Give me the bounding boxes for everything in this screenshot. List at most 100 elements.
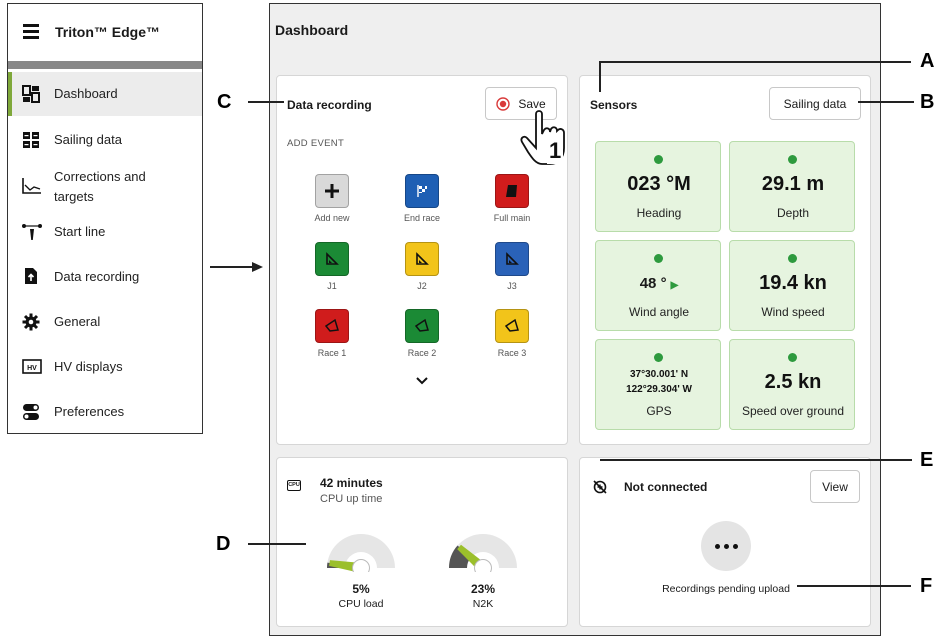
- event-race-2[interactable]: Race 2: [382, 309, 462, 369]
- event-j2[interactable]: J2: [382, 242, 462, 302]
- jib-sail-icon: [405, 242, 439, 276]
- sensor-label: Heading: [636, 206, 682, 220]
- sidebar-item-sailing-data[interactable]: Sailing data: [8, 118, 202, 162]
- sensor-label: Wind speed: [761, 305, 825, 319]
- corrections-chart-icon: [22, 178, 41, 194]
- sidebar-item-label: Sailing data: [54, 132, 122, 147]
- upload-card: Not connected View Recordings pending up…: [579, 457, 871, 627]
- svg-text:HV: HV: [27, 365, 37, 372]
- sensor-sog: 2.5 kn Speed over ground: [729, 339, 855, 430]
- sidebar-item-label: Start line: [54, 224, 106, 239]
- sidebar-item-general[interactable]: General: [8, 300, 202, 344]
- gear-icon: [22, 313, 40, 331]
- event-add-new[interactable]: Add new: [292, 174, 372, 234]
- annotation-e: E: [920, 449, 934, 471]
- event-label: J2: [417, 281, 427, 291]
- sidebar-item-label: HV displays: [54, 359, 123, 374]
- sensor-value: 29.1 m: [761, 173, 825, 195]
- annotation-line-d: [248, 543, 306, 545]
- sidebar-item-label: General: [54, 314, 101, 329]
- pointer-arrow: [210, 262, 263, 272]
- sensor-wind-angle: 48 ° ▶ Wind angle: [595, 240, 721, 331]
- n2k-label: N2K: [472, 598, 494, 610]
- sidebar: Triton™ Edge™ Dashboard Sailing data Cor…: [7, 3, 203, 434]
- cpu-load-value: 5%: [352, 582, 370, 596]
- sensor-heading: 023 °M Heading: [595, 141, 721, 232]
- wind-angle-row: 48 ° ▶: [596, 275, 722, 292]
- hv-display-icon: HV: [22, 359, 42, 374]
- status-dot: [788, 353, 797, 362]
- event-race-3[interactable]: Race 3: [472, 309, 552, 369]
- add-event-heading: ADD EVENT: [287, 138, 345, 149]
- hamburger-menu-icon[interactable]: [23, 24, 39, 39]
- sensor-label: GPS: [646, 404, 672, 418]
- sidebar-item-label: Preferences: [54, 404, 125, 419]
- cpu-load-label: CPU load: [338, 598, 384, 610]
- more-options-icon[interactable]: [701, 521, 751, 571]
- n2k-gauge: [449, 534, 517, 572]
- annotation-f: F: [920, 575, 933, 597]
- cpu-load-gauge: [327, 534, 395, 572]
- sidebar-item-hv-displays[interactable]: HV HV displays: [8, 345, 202, 389]
- annotation-b: B: [920, 91, 935, 113]
- sidebar-item-dashboard[interactable]: Dashboard: [8, 72, 202, 116]
- sensor-label: Speed over ground: [741, 404, 845, 418]
- sidebar-item-corrections[interactable]: Corrections and targets: [8, 164, 202, 210]
- toggle-preferences-icon: [23, 404, 39, 420]
- event-label: Race 2: [407, 348, 437, 358]
- race-course-icon: [315, 309, 349, 343]
- sensor-value: 023 °M: [627, 173, 691, 195]
- annotation-line-e: [600, 459, 912, 461]
- record-icon: [496, 96, 511, 111]
- sensor-gps: 37°30.001' N 122°29.304' W GPS: [595, 339, 721, 430]
- dashboard-panel: Dashboard Data recording Save ADD EVENT …: [269, 3, 881, 636]
- status-dot: [654, 353, 663, 362]
- event-label: Race 1: [317, 348, 347, 358]
- event-label: Add new: [314, 213, 350, 223]
- jib-sail-icon: [495, 242, 529, 276]
- sensors-title: Sensors: [590, 98, 638, 112]
- file-upload-icon: [25, 268, 37, 284]
- status-dot: [788, 254, 797, 263]
- race-course-icon: [495, 309, 529, 343]
- app-title: Triton™ Edge™: [55, 24, 160, 40]
- gps-latitude: 37°30.001' N: [629, 369, 689, 380]
- event-race-1[interactable]: Race 1: [292, 309, 372, 369]
- data-recording-title: Data recording: [287, 98, 372, 112]
- annotation-d: D: [216, 533, 231, 555]
- event-j1[interactable]: J1: [292, 242, 372, 302]
- status-dot: [654, 155, 663, 164]
- start-line-icon: [22, 224, 42, 240]
- sidebar-item-preferences[interactable]: Preferences: [8, 390, 202, 434]
- sensor-wind-speed: 19.4 kn Wind speed: [729, 240, 855, 331]
- annotation-line-a: [599, 61, 911, 63]
- cpu-uptime-label: CPU up time: [320, 493, 383, 505]
- sidebar-item-start-line[interactable]: Start line: [8, 210, 202, 254]
- annotation-line-f: [797, 585, 911, 587]
- cpu-icon: CPU: [287, 480, 301, 491]
- view-button[interactable]: View: [810, 470, 860, 503]
- cpu-card: CPU 42 minutes CPU up time 5% CPU load 2…: [276, 457, 568, 627]
- sailing-data-icon: [23, 132, 39, 148]
- sidebar-item-label: Dashboard: [54, 86, 118, 101]
- sidebar-item-data-recording[interactable]: Data recording: [8, 255, 202, 299]
- event-label: Full main: [493, 213, 531, 223]
- jib-sail-icon: [315, 242, 349, 276]
- starboard-arrow-icon: ▶: [670, 280, 679, 291]
- plus-icon: [315, 174, 349, 208]
- sidebar-item-label: Corrections and targets: [54, 169, 146, 204]
- sensor-value: 48 °: [639, 275, 667, 292]
- annotation-a: A: [920, 50, 935, 72]
- event-full-main[interactable]: Full main: [472, 174, 552, 234]
- chevron-down-icon[interactable]: [415, 376, 429, 386]
- event-grid: Add new End race Full main J1 J2 J3 Race…: [292, 174, 552, 384]
- event-end-race[interactable]: End race: [382, 174, 462, 234]
- sensors-card: Sensors Sailing data 023 °M Heading 29.1…: [579, 75, 871, 445]
- connection-status: Not connected: [624, 480, 708, 494]
- sidebar-item-label: Data recording: [54, 269, 140, 284]
- event-j3[interactable]: J3: [472, 242, 552, 302]
- event-label: End race: [403, 213, 441, 223]
- status-dot: [788, 155, 797, 164]
- sensor-value: 2.5 kn: [764, 371, 822, 393]
- sailing-data-button[interactable]: Sailing data: [769, 87, 861, 120]
